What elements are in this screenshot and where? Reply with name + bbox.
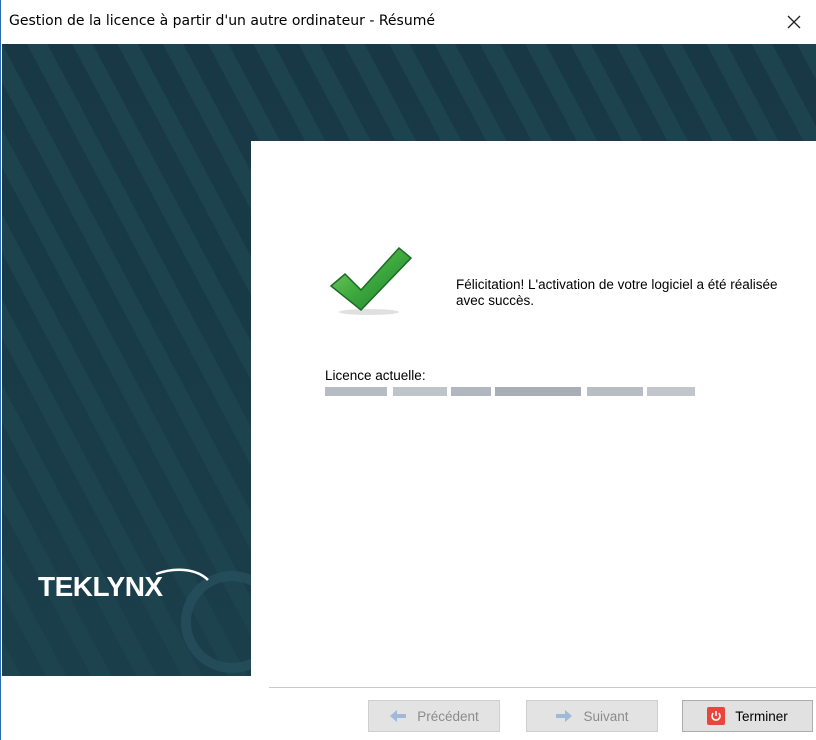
close-button[interactable] (771, 0, 816, 44)
checkmark-icon (329, 246, 413, 315)
license-value-redacted (325, 387, 695, 396)
teklynx-logo: TEKLYNX (38, 568, 209, 602)
success-message: Félicitation! L'activation de votre logi… (456, 277, 778, 308)
close-icon (787, 15, 801, 29)
previous-button[interactable]: Précédent (368, 700, 500, 732)
arrow-right-icon (556, 710, 573, 722)
finish-button[interactable]: Terminer (682, 700, 813, 732)
content-panel (251, 141, 816, 676)
footer-divider-highlight (269, 688, 816, 689)
svg-text:TEKLYNX: TEKLYNX (38, 571, 163, 602)
power-stop-icon (707, 707, 726, 725)
license-label: Licence actuelle: (325, 368, 426, 383)
next-button-label: Suivant (583, 708, 629, 724)
window-title: Gestion de la licence à partir d'un autr… (9, 13, 435, 29)
title-bar: Gestion de la licence à partir d'un autr… (1, 0, 816, 44)
finish-button-label: Terminer (735, 708, 788, 724)
arrow-left-icon (390, 710, 407, 722)
next-button[interactable]: Suivant (526, 700, 658, 732)
license-summary-dialog: Gestion de la licence à partir d'un autr… (0, 0, 816, 740)
previous-button-label: Précédent (417, 708, 479, 724)
